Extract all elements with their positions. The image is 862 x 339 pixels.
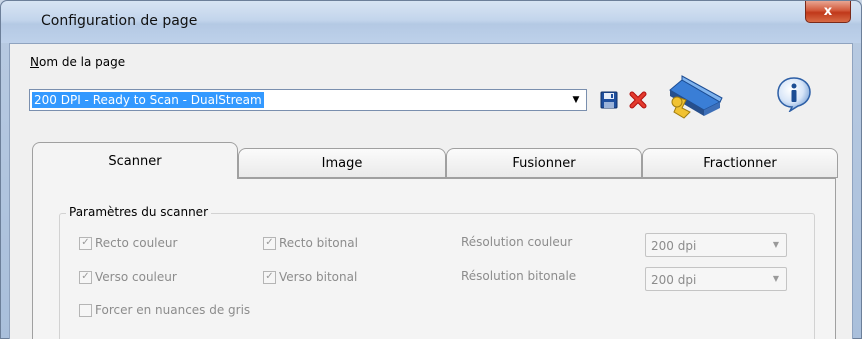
- title-bar[interactable]: Configuration de page x: [1, 1, 861, 43]
- scanner-params-title: Paramètres du scanner: [66, 205, 212, 219]
- chevron-down-icon[interactable]: ▼: [568, 92, 584, 108]
- resolution-bitonale-value: 200 dpi: [651, 273, 697, 287]
- dialog-client-area: Nom de la page 200 DPI - Ready to Scan -…: [9, 43, 853, 339]
- page-name-label-accelerator: N: [30, 55, 39, 69]
- checkmark-icon: ✓: [263, 270, 276, 284]
- tab-fusionner[interactable]: Fusionner: [446, 148, 642, 178]
- forcer-gris-label: Forcer en nuances de gris: [95, 303, 251, 317]
- resolution-couleur-value: 200 dpi: [651, 239, 697, 253]
- tab-fractionner-label: Fractionner: [703, 155, 777, 171]
- scanner-settings-icon[interactable]: [660, 72, 738, 125]
- tab-image-label: Image: [321, 155, 363, 171]
- tab-image[interactable]: Image: [238, 148, 446, 178]
- tab-fusionner-label: Fusionner: [512, 155, 576, 171]
- checkmark-icon: ✓: [79, 270, 92, 284]
- resolution-couleur-select[interactable]: 200 dpi ▼: [645, 233, 787, 257]
- scanner-tab-panel: Paramètres du scanner ✓ Recto couleur ✓ …: [32, 178, 836, 339]
- delete-icon[interactable]: [629, 91, 647, 112]
- checkmark-icon: ✓: [79, 236, 92, 250]
- page-name-selected-value: 200 DPI - Ready to Scan - DualStream: [32, 92, 264, 108]
- verso-bitonal-checkbox[interactable]: ✓ Verso bitonal: [263, 270, 357, 284]
- resolution-bitonale-label: Résolution bitonale: [461, 269, 577, 283]
- chevron-down-icon: ▼: [772, 274, 779, 283]
- save-icon[interactable]: [600, 91, 618, 112]
- window-title: Configuration de page: [41, 13, 198, 29]
- resolution-couleur-label: Résolution couleur: [461, 235, 573, 249]
- recto-bitonal-checkbox[interactable]: ✓ Recto bitonal: [263, 236, 358, 250]
- tab-fractionner[interactable]: Fractionner: [642, 148, 838, 178]
- dialog-window: Configuration de page x Nom de la page 2…: [0, 0, 862, 339]
- tab-scanner-label: Scanner: [108, 153, 162, 169]
- verso-couleur-checkbox[interactable]: ✓ Verso couleur: [79, 270, 177, 284]
- checkbox-empty: [79, 303, 92, 317]
- tab-strip: Scanner Image Fusionner Fractionner: [32, 142, 848, 179]
- verso-bitonal-label: Verso bitonal: [279, 270, 358, 284]
- recto-bitonal-label: Recto bitonal: [279, 236, 358, 250]
- checkmark-icon: ✓: [263, 236, 276, 250]
- page-name-combobox[interactable]: 200 DPI - Ready to Scan - DualStream ▼: [29, 89, 587, 111]
- recto-couleur-checkbox[interactable]: ✓ Recto couleur: [79, 236, 177, 250]
- chevron-down-icon: ▼: [772, 240, 779, 249]
- info-icon[interactable]: [776, 76, 812, 115]
- resolution-bitonale-select[interactable]: 200 dpi ▼: [645, 267, 787, 291]
- recto-couleur-label: Recto couleur: [95, 236, 178, 250]
- tab-scanner[interactable]: Scanner: [32, 142, 238, 179]
- page-name-label: Nom de la page: [30, 55, 125, 69]
- close-button[interactable]: x: [805, 1, 851, 23]
- page-name-label-text: om de la page: [38, 55, 126, 69]
- verso-couleur-label: Verso couleur: [95, 270, 177, 284]
- forcer-gris-checkbox[interactable]: Forcer en nuances de gris: [79, 303, 250, 317]
